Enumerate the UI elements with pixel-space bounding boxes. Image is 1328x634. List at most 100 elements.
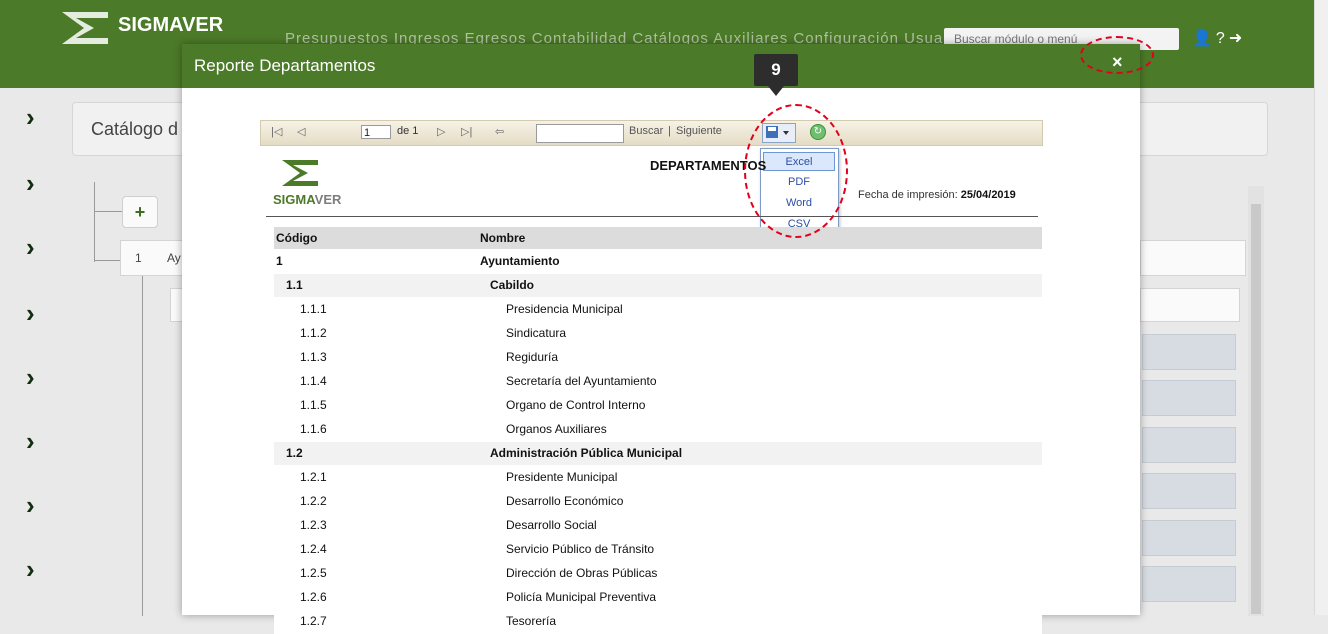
- add-department-button[interactable]: +: [122, 196, 158, 228]
- row-name: Cabildo: [490, 278, 534, 292]
- table-row: 1.1.2 Sindicatura: [274, 322, 1042, 346]
- row-code: 1.1.1: [300, 302, 327, 316]
- tree-item-bar[interactable]: [1142, 473, 1236, 509]
- row-code: 1.2.1: [300, 470, 327, 484]
- row-name: Organo de Control Interno: [506, 398, 646, 412]
- app-logo-text: SIGMAVER: [118, 14, 224, 36]
- tree-row-root-end: [1140, 240, 1246, 276]
- table-row: 1.1.5 Organo de Control Interno: [274, 394, 1042, 418]
- tree-line: [94, 211, 122, 212]
- tree-row-child-end: [1140, 288, 1240, 322]
- page-scrollbar[interactable]: [1314, 0, 1328, 615]
- find-button[interactable]: Buscar: [629, 125, 663, 137]
- row-name: Tesorería: [506, 614, 557, 628]
- report-viewer-toolbar: |◁ ◁ 1 de 1 ▷ ▷| ⇦ Buscar | Siguiente ↻: [260, 120, 1043, 146]
- catalog-title: Catálogo d: [91, 119, 179, 139]
- find-text-input[interactable]: [536, 124, 624, 143]
- row-code: 1.2.6: [300, 590, 327, 604]
- row-name: Regiduría: [506, 350, 559, 364]
- next-page-icon[interactable]: ▷: [437, 125, 445, 138]
- column-header-code: Código: [276, 231, 318, 245]
- report-modal: Reporte Departamentos × |◁ ◁ 1 de 1 ▷ ▷|…: [182, 36, 1154, 634]
- table-row: 1.2.5 Dirección de Obras Públicas: [274, 562, 1042, 586]
- expand-arrow-icon[interactable]: ›: [26, 300, 48, 326]
- table-row: 1 Ayuntamiento: [274, 250, 1042, 274]
- table-row: 1.2.6 Policía Municipal Preventiva: [274, 586, 1042, 610]
- table-row: 1.1.6 Organos Auxiliares: [274, 418, 1042, 442]
- row-name: Ayuntamiento: [480, 254, 560, 268]
- table-row: 1.1.3 Regiduría: [274, 346, 1042, 370]
- row-name: Secretaría del Ayuntamiento: [506, 374, 657, 388]
- row-name: Presidencia Municipal: [506, 302, 623, 316]
- row-name: Servicio Público de Tránsito: [506, 542, 655, 556]
- table-row: 1.2.1 Presidente Municipal: [274, 466, 1042, 490]
- row-code: 1.1.4: [300, 374, 327, 388]
- table-row: 1.2.4 Servicio Público de Tránsito: [274, 538, 1042, 562]
- tree-item-bar[interactable]: [1142, 566, 1236, 602]
- row-code: 1.2.7: [300, 614, 327, 628]
- logo-text-a: SIGMA: [273, 192, 315, 207]
- tree-item-bar[interactable]: [1142, 334, 1236, 370]
- expand-arrow-icon[interactable]: ›: [26, 104, 48, 130]
- scrollbar-thumb[interactable]: [1251, 204, 1261, 614]
- page-count-label: de 1: [397, 125, 419, 137]
- expand-arrow-icon[interactable]: ›: [26, 170, 48, 196]
- row-code: 1.2: [286, 446, 303, 460]
- previous-page-icon[interactable]: ◁: [297, 125, 305, 138]
- row-code: 1.1.3: [300, 350, 327, 364]
- tree-row-code: 1: [135, 251, 142, 265]
- expand-arrow-icon[interactable]: ›: [26, 428, 48, 454]
- tree-line: [94, 260, 120, 261]
- tree-item-bar[interactable]: [1142, 520, 1236, 556]
- modal-header: Reporte Departamentos ×: [182, 44, 1140, 88]
- tree-line: [94, 182, 95, 262]
- find-next-button[interactable]: Siguiente: [676, 125, 722, 137]
- row-code: 1.1.6: [300, 422, 327, 436]
- column-header-name: Nombre: [480, 231, 526, 245]
- row-name: Desarrollo Social: [506, 518, 597, 532]
- row-code: 1.1.2: [300, 326, 327, 340]
- table-row: 1.2 Administración Pública Municipal: [274, 442, 1042, 466]
- expand-arrow-icon[interactable]: ›: [26, 364, 48, 390]
- row-name: Dirección de Obras Públicas: [506, 566, 658, 580]
- sigmaver-report-logo-icon: [282, 160, 318, 186]
- tree-item-bar[interactable]: [1142, 427, 1236, 463]
- expand-arrow-icon[interactable]: ›: [26, 492, 48, 518]
- panel-scrollbar[interactable]: [1248, 186, 1264, 616]
- row-name: Administración Pública Municipal: [490, 446, 683, 460]
- step-badge: 9: [754, 54, 798, 86]
- row-code: 1: [276, 254, 283, 268]
- user-help-logout-icons[interactable]: 👤?➜: [1192, 28, 1246, 48]
- table-row: 1.1.4 Secretaría del Ayuntamiento: [274, 370, 1042, 394]
- find-separator: |: [668, 125, 671, 137]
- table-header-row: Código Nombre: [274, 227, 1042, 250]
- expand-arrow-icon[interactable]: ›: [26, 234, 48, 260]
- print-date-label: Fecha de impresión:: [858, 189, 958, 201]
- row-name: Policía Municipal Preventiva: [506, 590, 657, 604]
- row-code: 1.2.2: [300, 494, 327, 508]
- page-number-input[interactable]: 1: [361, 125, 391, 139]
- tree-row-root[interactable]: 1 Ay: [120, 240, 184, 276]
- row-code: 1.2.3: [300, 518, 327, 532]
- tree-row-label: Ay: [167, 251, 181, 265]
- modal-title: Reporte Departamentos: [194, 56, 376, 75]
- first-page-icon[interactable]: |◁: [271, 125, 282, 138]
- tree-item-bar[interactable]: [1142, 380, 1236, 416]
- highlight-ring-close: [1080, 36, 1154, 74]
- print-date: Fecha de impresión: 25/04/2019: [858, 189, 1016, 201]
- report-logo-text: SIGMAVER: [273, 192, 341, 207]
- sigmaver-logo-icon: [62, 12, 108, 44]
- step-badge-pointer: [768, 86, 784, 96]
- row-name: Organos Auxiliares: [506, 422, 607, 436]
- table-row: 1.1 Cabildo: [274, 274, 1042, 298]
- logo-text-b: VER: [314, 192, 342, 207]
- highlight-ring-export: [744, 104, 848, 238]
- row-code: 1.1.5: [300, 398, 327, 412]
- last-page-icon[interactable]: ▷|: [461, 125, 472, 138]
- print-date-value: 25/04/2019: [960, 189, 1016, 201]
- departments-table: Código Nombre 1 Ayuntamiento 1.1 Cabildo 1.1…: [274, 227, 1042, 634]
- left-collapse-column: › › › › › › › ›: [0, 88, 68, 615]
- expand-arrow-icon[interactable]: ›: [26, 556, 48, 582]
- report-divider: [266, 216, 1038, 217]
- back-to-parent-icon[interactable]: ⇦: [495, 125, 504, 138]
